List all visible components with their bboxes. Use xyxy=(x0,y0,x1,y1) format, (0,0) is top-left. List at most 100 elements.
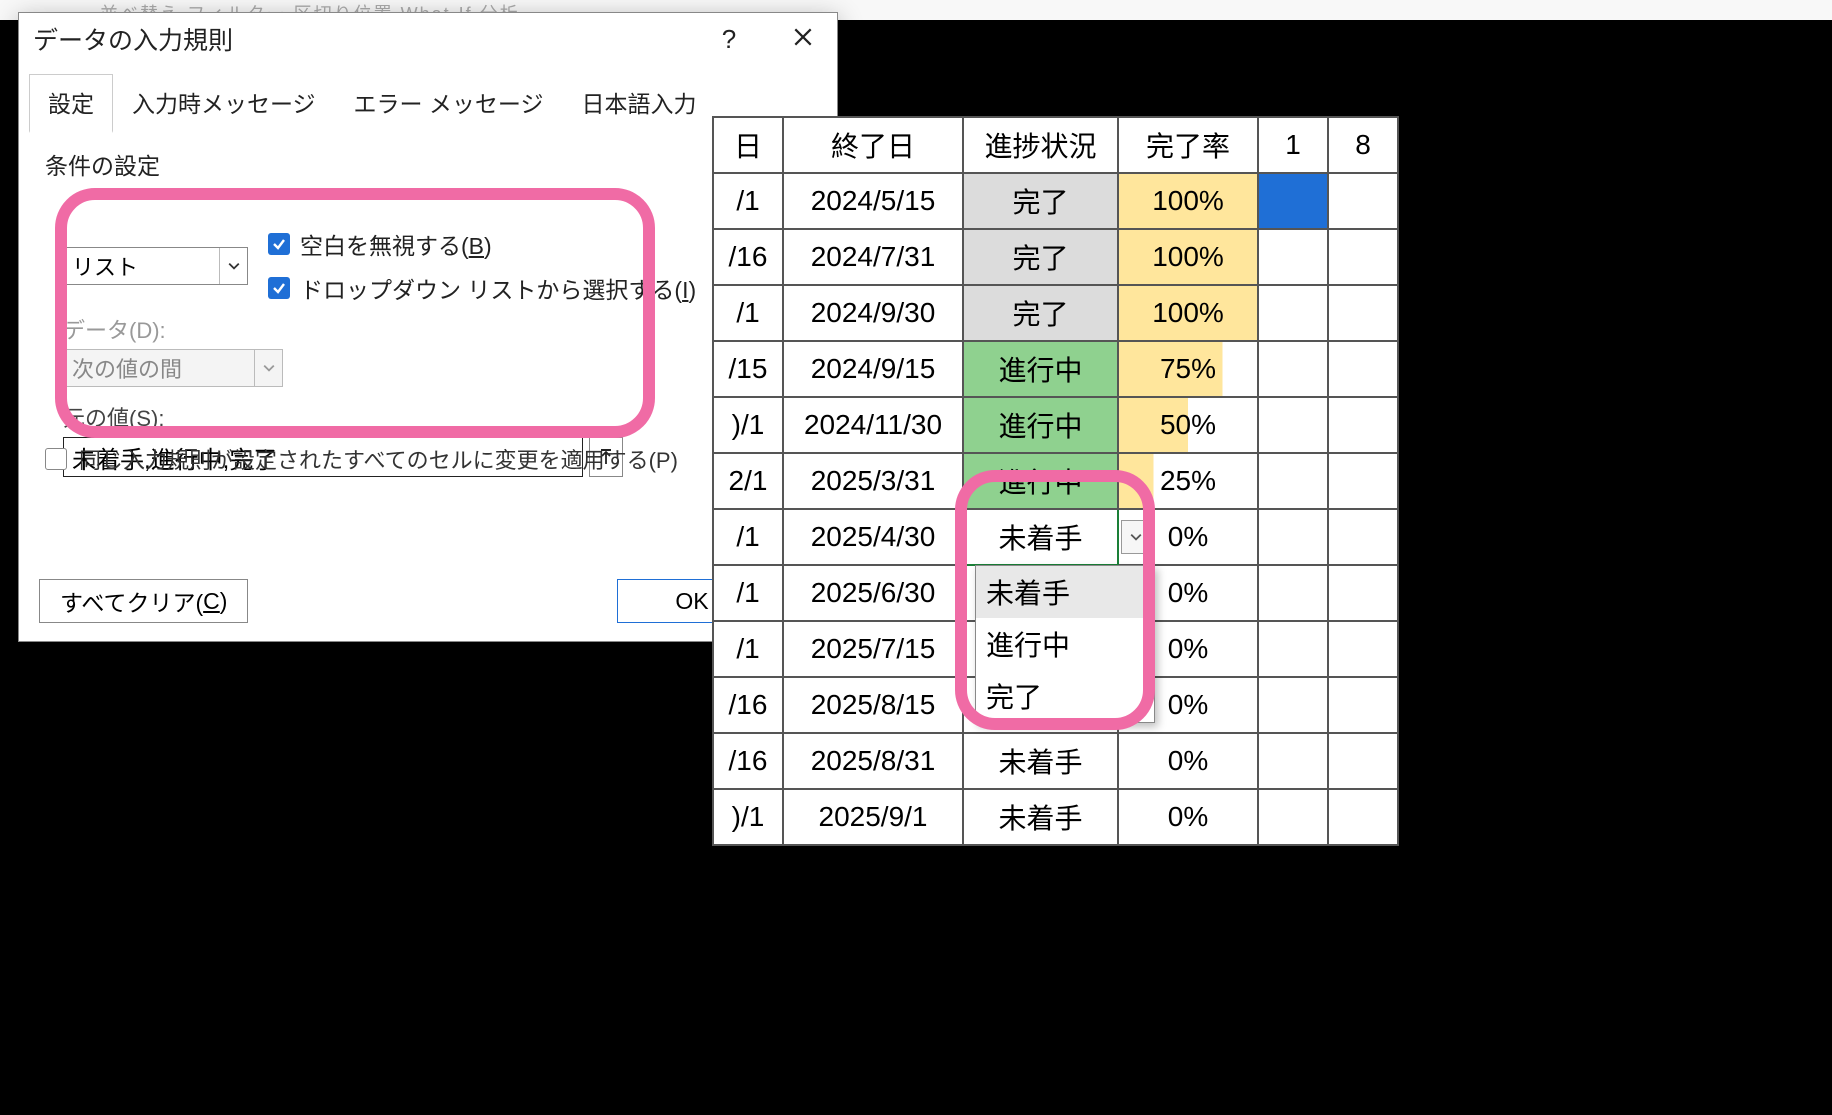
table-row: /12024/5/15完了100% xyxy=(713,173,1398,229)
tab-error-message[interactable]: エラー メッセージ xyxy=(335,74,563,133)
table-row: )/12025/9/1未着手0% xyxy=(713,789,1398,845)
cell[interactable]: 100% xyxy=(1118,229,1258,285)
cell[interactable] xyxy=(1328,229,1398,285)
cell[interactable]: 2025/8/15 xyxy=(783,677,963,733)
cell[interactable]: 2025/8/31 xyxy=(783,733,963,789)
ignore-blank-label: 空白を無視する(B) xyxy=(300,227,492,261)
table-row: /152024/9/15進行中75% xyxy=(713,341,1398,397)
cell[interactable]: 2025/7/15 xyxy=(783,621,963,677)
allow-select-value: リスト xyxy=(64,250,219,282)
cell[interactable]: /1 xyxy=(713,173,783,229)
cell[interactable]: 2024/9/30 xyxy=(783,285,963,341)
cell[interactable]: /16 xyxy=(713,229,783,285)
col-percent: 完了率 xyxy=(1118,117,1258,173)
cell[interactable]: 0% xyxy=(1118,789,1258,845)
cell[interactable]: 完了 xyxy=(963,285,1118,341)
cell[interactable] xyxy=(1258,565,1328,621)
allow-select-caret[interactable] xyxy=(219,248,247,284)
cell[interactable] xyxy=(1328,733,1398,789)
apply-all-checkbox[interactable] xyxy=(45,448,67,470)
tab-ime[interactable]: 日本語入力 xyxy=(562,74,715,133)
cell[interactable]: /1 xyxy=(713,621,783,677)
cell[interactable]: 2024/5/15 xyxy=(783,173,963,229)
cell[interactable] xyxy=(1258,397,1328,453)
cell[interactable]: 進行中 xyxy=(963,397,1118,453)
cell[interactable]: 進行中 xyxy=(963,453,1118,509)
cell[interactable]: /15 xyxy=(713,341,783,397)
cell[interactable] xyxy=(1328,453,1398,509)
cell[interactable]: 進行中 xyxy=(963,341,1118,397)
cell[interactable] xyxy=(1328,789,1398,845)
cell[interactable]: 完了 xyxy=(963,173,1118,229)
spreadsheet-fragment: 日 終了日 進捗状況 完了率 1 8 /12024/5/15完了100%/162… xyxy=(712,116,1399,846)
table-row: /12025/4/30未着手0% xyxy=(713,509,1398,565)
chevron-down-icon xyxy=(228,260,240,272)
in-cell-dropdown-checkbox[interactable]: ドロップダウン リストから選択する(I) xyxy=(268,271,696,305)
cell[interactable]: 2/1 xyxy=(713,453,783,509)
dialog-tabs: 設定 入力時メッセージ エラー メッセージ 日本語入力 xyxy=(29,73,827,133)
dropdown-option[interactable]: 完了 xyxy=(976,670,1154,722)
cell[interactable]: 2024/9/15 xyxy=(783,341,963,397)
cell[interactable]: /1 xyxy=(713,285,783,341)
cell[interactable]: /16 xyxy=(713,677,783,733)
close-icon xyxy=(792,26,814,48)
cell[interactable]: 2025/6/30 xyxy=(783,565,963,621)
cell-dropdown-button[interactable] xyxy=(1121,520,1151,554)
cell[interactable]: 2025/3/31 xyxy=(783,453,963,509)
clear-all-button[interactable]: すべてクリア(C) xyxy=(39,579,248,623)
source-label: 元の値(S): xyxy=(63,401,811,433)
cell[interactable]: 2024/7/31 xyxy=(783,229,963,285)
cell[interactable]: 100% xyxy=(1118,173,1258,229)
cell[interactable] xyxy=(1258,453,1328,509)
cell[interactable] xyxy=(1328,621,1398,677)
close-button[interactable] xyxy=(783,24,823,55)
allow-select[interactable]: リスト xyxy=(63,247,248,285)
cell[interactable]: 未着手 xyxy=(963,509,1118,565)
dropdown-option[interactable]: 未着手 xyxy=(976,566,1154,618)
cell[interactable] xyxy=(1258,173,1328,229)
cell[interactable] xyxy=(1328,173,1398,229)
cell[interactable] xyxy=(1258,229,1328,285)
cell[interactable] xyxy=(1258,621,1328,677)
cell[interactable]: 2024/11/30 xyxy=(783,397,963,453)
cell[interactable]: 未着手 xyxy=(963,789,1118,845)
cell[interactable]: 100% xyxy=(1118,285,1258,341)
cell[interactable]: 25% xyxy=(1118,453,1258,509)
cell[interactable] xyxy=(1328,341,1398,397)
cell[interactable]: 0% xyxy=(1118,733,1258,789)
cell[interactable] xyxy=(1258,509,1328,565)
cell[interactable]: 50% xyxy=(1118,397,1258,453)
cell[interactable] xyxy=(1328,397,1398,453)
cell[interactable]: /16 xyxy=(713,733,783,789)
dropdown-option[interactable]: 進行中 xyxy=(976,618,1154,670)
cell[interactable] xyxy=(1258,677,1328,733)
cell[interactable] xyxy=(1258,733,1328,789)
col-1: 1 xyxy=(1258,117,1328,173)
cell[interactable]: /1 xyxy=(713,509,783,565)
cell[interactable] xyxy=(1328,285,1398,341)
cell[interactable] xyxy=(1258,789,1328,845)
cell[interactable]: )/1 xyxy=(713,397,783,453)
tab-settings[interactable]: 設定 xyxy=(29,74,113,133)
cell[interactable] xyxy=(1258,285,1328,341)
cell[interactable]: )/1 xyxy=(713,789,783,845)
cell[interactable]: /1 xyxy=(713,565,783,621)
table-row: )/12024/11/30進行中50% xyxy=(713,397,1398,453)
table-row: 2/12025/3/31進行中25% xyxy=(713,453,1398,509)
tab-input-message[interactable]: 入力時メッセージ xyxy=(113,74,335,133)
cell[interactable]: 2025/9/1 xyxy=(783,789,963,845)
col-startdate-cut: 日 xyxy=(713,117,783,173)
col-8: 8 xyxy=(1328,117,1398,173)
cell[interactable] xyxy=(1328,565,1398,621)
cell[interactable] xyxy=(1328,677,1398,733)
cell[interactable]: 未着手 xyxy=(963,733,1118,789)
cell[interactable]: 完了 xyxy=(963,229,1118,285)
check-icon xyxy=(272,281,286,295)
help-button[interactable]: ? xyxy=(709,24,749,55)
cell[interactable] xyxy=(1328,509,1398,565)
cell[interactable]: 2025/4/30 xyxy=(783,509,963,565)
cell[interactable]: 75% xyxy=(1118,341,1258,397)
cell-dropdown-list[interactable]: 未着手 進行中 完了 xyxy=(975,565,1155,723)
ignore-blank-checkbox[interactable]: 空白を無視する(B) xyxy=(268,227,696,261)
cell[interactable] xyxy=(1258,341,1328,397)
